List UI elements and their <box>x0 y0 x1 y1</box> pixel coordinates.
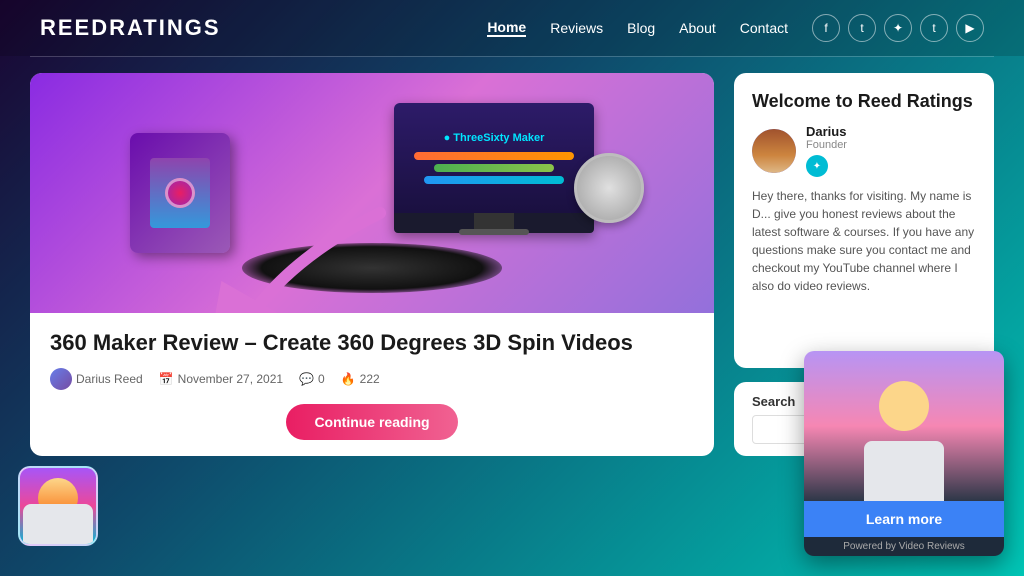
author-row: Darius Founder ✦ <box>752 124 976 177</box>
author-social-icon[interactable]: ✦ <box>806 155 828 177</box>
author-display-name: Darius <box>806 124 976 139</box>
product-box <box>130 133 230 253</box>
continue-reading-button[interactable]: Continue reading <box>286 404 457 440</box>
person-head <box>879 381 929 431</box>
nav-home[interactable]: Home <box>487 19 526 37</box>
nav-about[interactable]: About <box>679 20 716 36</box>
monitor-stand <box>474 213 514 229</box>
person-body <box>864 441 944 501</box>
box-circle <box>165 178 195 208</box>
monitor: ● ThreeSixty Maker <box>394 103 594 233</box>
monitor-base <box>459 229 529 235</box>
tumblr-icon[interactable]: t <box>920 14 948 42</box>
nav: Home Reviews Blog About Contact f t ✦ t … <box>487 14 984 42</box>
welcome-title: Welcome to Reed Ratings <box>752 91 976 112</box>
camera-sphere <box>574 153 644 223</box>
author-avatar-small <box>50 368 72 390</box>
article-meta: Darius Reed 📅 November 27, 2021 💬 0 🔥 22… <box>50 368 694 390</box>
meta-date: 📅 November 27, 2021 <box>159 372 283 386</box>
video-face <box>804 351 1004 501</box>
bar-1 <box>414 152 574 160</box>
comment-icon: 💬 <box>299 372 314 386</box>
welcome-card: Welcome to Reed Ratings Darius Founder ✦… <box>734 73 994 368</box>
calendar-icon: 📅 <box>159 372 174 386</box>
stage <box>242 243 502 293</box>
bar-3 <box>424 176 564 184</box>
powered-by-text: Powered by Video Reviews <box>804 537 1004 556</box>
box-inner <box>150 158 210 228</box>
twitter-icon[interactable]: t <box>848 14 876 42</box>
meta-views: 🔥 222 <box>341 372 380 386</box>
article-body: 360 Maker Review – Create 360 Degrees 3D… <box>30 313 714 456</box>
author-role: Founder <box>806 139 976 151</box>
facebook-icon[interactable]: f <box>812 14 840 42</box>
nav-reviews[interactable]: Reviews <box>550 20 603 36</box>
article-image: ● ThreeSixty Maker <box>30 73 714 313</box>
logo: ReedRatings <box>40 15 221 41</box>
fire-icon: 🔥 <box>341 372 356 386</box>
author-avatar <box>752 129 796 173</box>
article-date: November 27, 2021 <box>178 372 283 386</box>
social-icons: f t ✦ t ▶ <box>812 14 984 42</box>
meta-author: Darius Reed <box>50 368 143 390</box>
thumb-face <box>20 468 96 544</box>
comment-count: 0 <box>318 372 325 386</box>
author-name: Darius Reed <box>76 372 143 386</box>
nav-blog[interactable]: Blog <box>627 20 655 36</box>
article-title: 360 Maker Review – Create 360 Degrees 3D… <box>50 329 694 358</box>
welcome-text: Hey there, thanks for visiting. My name … <box>752 187 976 295</box>
pinterest-icon[interactable]: ✦ <box>884 14 912 42</box>
author-social-links: ✦ <box>806 155 976 177</box>
nav-contact[interactable]: Contact <box>740 20 788 36</box>
article-card: ● ThreeSixty Maker <box>30 73 714 456</box>
video-review-popup[interactable]: Learn more Powered by Video Reviews <box>804 351 1004 556</box>
person-silhouette <box>804 351 1004 501</box>
youtube-icon[interactable]: ▶ <box>956 14 984 42</box>
header: ReedRatings Home Reviews Blog About Cont… <box>0 0 1024 56</box>
author-info: Darius Founder ✦ <box>806 124 976 177</box>
view-count: 222 <box>360 372 380 386</box>
floating-thumbnail[interactable] <box>18 466 98 546</box>
learn-more-button[interactable]: Learn more <box>804 501 1004 537</box>
meta-comments: 💬 0 <box>299 372 325 386</box>
bar-2 <box>434 164 554 172</box>
threesixty-logo: ● ThreeSixty Maker <box>444 132 545 144</box>
monitor-screen: ● ThreeSixty Maker <box>394 103 594 213</box>
